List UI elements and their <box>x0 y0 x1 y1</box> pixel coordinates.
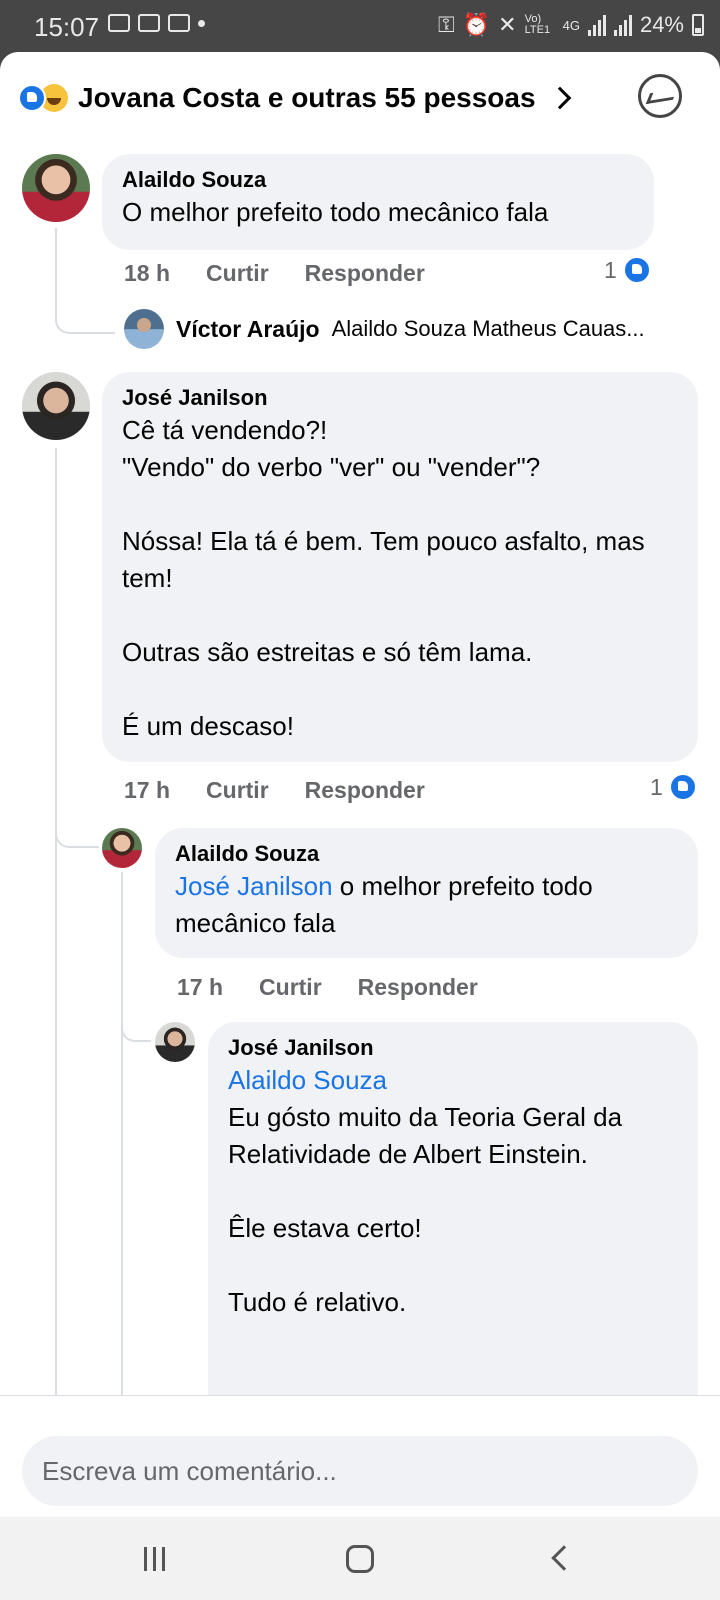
comment-text: Cê tá vendendo?! "Vendo" do verbo "ver" … <box>122 415 645 741</box>
alarm-icon: ⏰ <box>462 12 491 37</box>
like-button[interactable]: Curtir <box>206 777 269 804</box>
avatar[interactable] <box>22 372 90 440</box>
reply-time[interactable]: 17 h <box>177 974 223 1001</box>
comment-time[interactable]: 17 h <box>124 777 170 804</box>
reactions-text: Jovana Costa e outras 55 pessoas <box>78 82 536 113</box>
comment-likes[interactable]: 1 <box>604 256 651 284</box>
thread-line <box>55 228 115 334</box>
status-bar: 15:07 ⚿ ⏰ ✕ Vo) LTE1 4G 24% <box>0 0 720 52</box>
thread-line <box>55 448 57 1448</box>
comment-actions: 17 h Curtir Responder <box>124 777 425 804</box>
reply-button[interactable]: Responder <box>305 260 425 287</box>
like-button[interactable]: Curtir <box>206 260 269 287</box>
avatar[interactable] <box>155 1022 195 1062</box>
like-icon <box>622 256 651 284</box>
avatar <box>124 309 164 349</box>
comment-author[interactable]: José Janilson <box>122 384 678 412</box>
reply-preview: Alaildo Souza Matheus Cauas... <box>331 316 645 341</box>
more-notifications-icon <box>198 19 205 27</box>
like-count: 1 <box>650 773 663 800</box>
avatar[interactable] <box>102 828 142 868</box>
thread-line <box>55 812 99 848</box>
volte-label: Vo) LTE1 <box>524 13 551 36</box>
signal-icon-1 <box>587 14 606 36</box>
messenger-icon[interactable] <box>638 74 682 118</box>
reply-button[interactable]: Responder <box>358 974 478 1001</box>
like-button[interactable]: Curtir <box>259 974 322 1001</box>
comment-time[interactable]: 18 h <box>124 260 170 287</box>
recent-apps-icon[interactable] <box>144 1547 165 1571</box>
reply-text: José Janilson o melhor prefeito todo mec… <box>175 868 678 942</box>
reply-text: Eu gósto muito da Teoria Geral da Relati… <box>228 1102 623 1317</box>
comment-bubble: Alaildo Souza O melhor prefeito todo mec… <box>102 154 654 250</box>
comment-input[interactable] <box>22 1436 698 1506</box>
system-icons: ⚿ ⏰ ✕ Vo) LTE1 4G 24% <box>438 12 704 38</box>
reply-button[interactable]: Responder <box>305 777 425 804</box>
comment-likes[interactable]: 1 <box>650 773 697 801</box>
like-count: 1 <box>604 256 617 283</box>
android-nav-bar <box>0 1517 720 1600</box>
mute-icon: ✕ <box>498 12 517 37</box>
reply-actions: 17 h Curtir Responder <box>177 974 478 1001</box>
reactions-summary[interactable]: Jovana Costa e outras 55 pessoas <box>18 72 571 124</box>
comment-text: O melhor prefeito todo mecânico fala <box>122 197 549 227</box>
status-time: 15:07 <box>34 12 100 42</box>
network-label: 4G <box>562 17 580 33</box>
voicemail-icon <box>168 14 190 32</box>
comment-bubble: José Janilson Cê tá vendendo?! "Vendo" d… <box>102 372 698 762</box>
comments-sheet: Jovana Costa e outras 55 pessoas Alaildo… <box>0 52 720 1517</box>
reply-author[interactable]: José Janilson <box>228 1034 678 1062</box>
thread-line <box>121 1012 151 1042</box>
battery-icon <box>692 14 704 36</box>
gmail-icon <box>138 14 160 32</box>
key-icon: ⚿ <box>438 12 455 37</box>
mention-link[interactable]: José Janilson <box>175 871 333 901</box>
like-icon <box>668 773 697 801</box>
signal-icon-2 <box>613 14 632 36</box>
chevron-right-icon <box>548 86 571 110</box>
mention-link[interactable]: Alaildo Souza <box>228 1062 678 1099</box>
like-reaction-icon <box>18 84 46 112</box>
gallery-icon <box>108 14 130 32</box>
battery-percent: 24% <box>639 12 684 37</box>
comment-actions: 18 h Curtir Responder <box>124 260 425 287</box>
comment-author[interactable]: Alaildo Souza <box>122 166 634 194</box>
reply-author: Víctor Araújo <box>176 315 320 342</box>
avatar[interactable] <box>22 154 90 222</box>
home-icon[interactable] <box>346 1545 374 1573</box>
reply-author[interactable]: Alaildo Souza <box>175 840 678 868</box>
view-replies-link[interactable]: Víctor Araújo Alaildo Souza Matheus Caua… <box>124 309 645 349</box>
comment-composer <box>0 1395 720 1517</box>
back-icon[interactable] <box>551 1545 577 1571</box>
reply-bubble: Alaildo Souza José Janilson o melhor pre… <box>155 828 698 958</box>
notification-icons <box>108 14 205 32</box>
thread-line <box>121 872 123 1452</box>
